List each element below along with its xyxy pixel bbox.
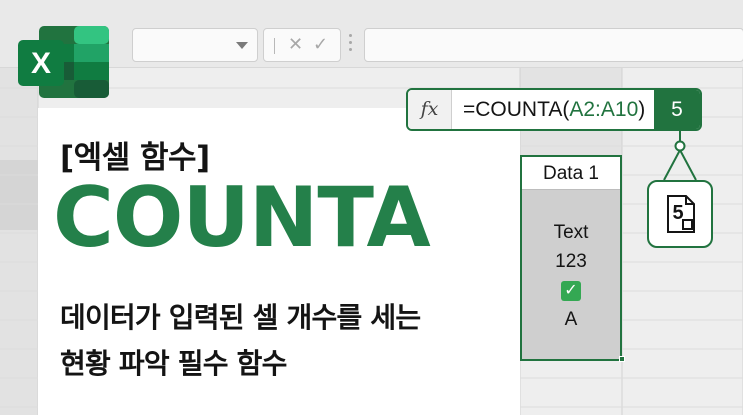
svg-text:X: X [31,47,51,80]
cell-text[interactable]: Text [522,218,620,247]
fx-icon[interactable]: fx [408,90,452,129]
row-header-selected [0,160,38,230]
column-header[interactable]: Data 1 [522,157,620,190]
cell-number[interactable]: 123 [522,247,620,276]
formula-text[interactable]: =COUNTA(A2:A10) [463,90,645,129]
check-mark-icon: ✓ [561,280,581,301]
cell-letter[interactable]: A [522,305,620,334]
formula-callout: fx =COUNTA(A2:A10) 5 [406,88,702,131]
excel-logo-icon: X [18,26,109,98]
description-line-1: 데이터가 입력된 셀 개수를 세는 [60,301,421,334]
description: 데이터가 입력된 셀 개수를 세는 현황 파악 필수 함수 [60,295,421,387]
formula-controls: ✕ ✓ [263,28,341,62]
selected-column[interactable]: Data 1 Text 123 ✓ A [520,155,622,361]
formula-result: 5 [654,90,700,129]
chevron-down-icon[interactable] [236,42,248,49]
name-box[interactable] [132,28,258,62]
drag-handle-icon[interactable] [349,34,353,56]
row-header-strip [0,68,38,415]
connector-arrow [663,131,697,181]
result-card: 5 [647,180,713,248]
fill-handle[interactable] [619,356,625,362]
formula-input[interactable] [364,28,743,62]
page-title: COUNTA [53,169,431,266]
confirm-icon[interactable]: ✓ [313,34,328,55]
divider [274,38,275,54]
cancel-icon[interactable]: ✕ [288,34,303,55]
description-line-2: 현황 파악 필수 함수 [60,347,287,380]
result-value: 5 [672,202,684,224]
range-reference: A2:A10 [569,98,639,121]
cell-check[interactable]: ✓ [522,276,620,305]
